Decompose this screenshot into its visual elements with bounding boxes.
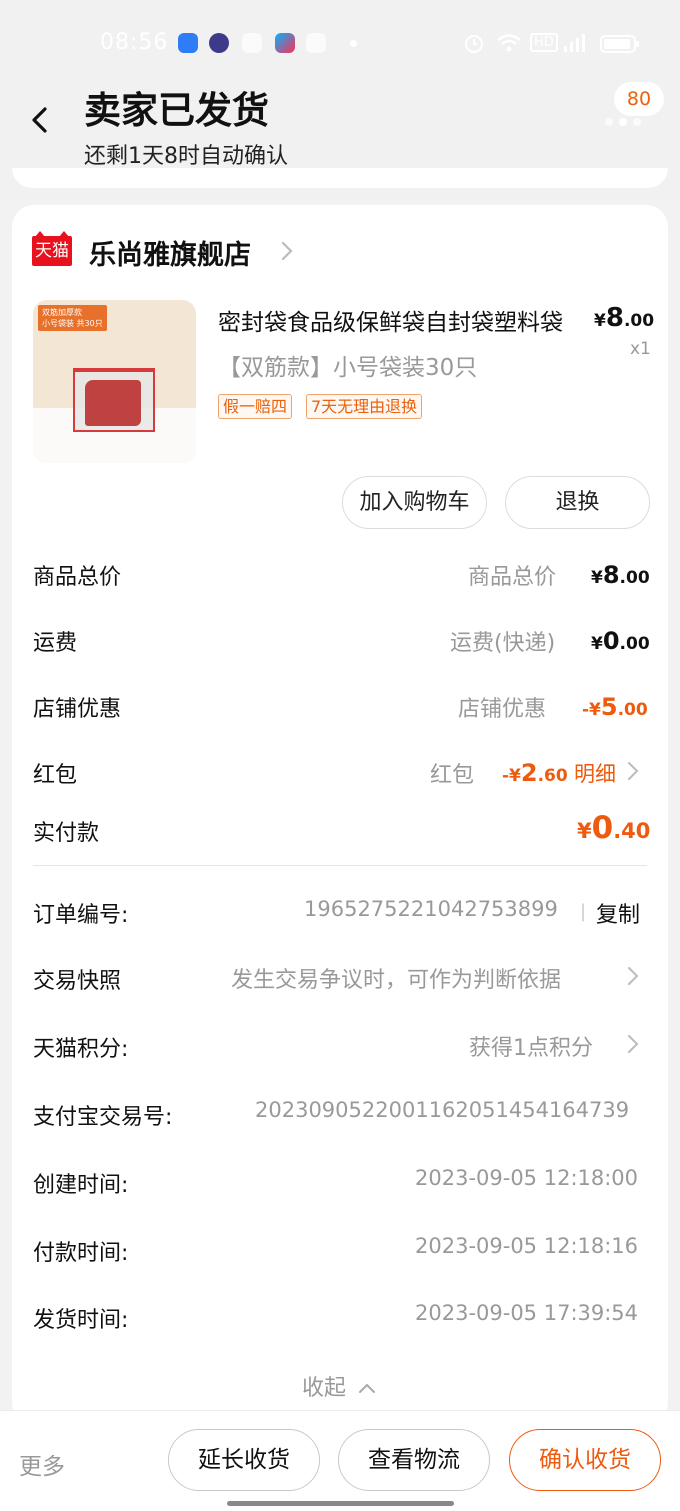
confirm-receipt-button[interactable]: 确认收货 bbox=[509, 1429, 661, 1491]
wifi-icon bbox=[497, 34, 521, 52]
back-arrow-icon[interactable] bbox=[22, 102, 58, 138]
return-exchange-button[interactable]: 退换 bbox=[505, 476, 650, 529]
video-app-icon bbox=[275, 33, 295, 53]
app-notification-icon bbox=[178, 33, 198, 53]
shop-discount-label: 店铺优惠 bbox=[33, 697, 122, 722]
points-value[interactable]: 获得1点积分 bbox=[469, 1030, 593, 1062]
created-time-label: 创建时间: bbox=[33, 1173, 129, 1198]
goods-total-hint: 商品总价 bbox=[468, 565, 557, 590]
product-title[interactable]: 密封袋食品级保鲜袋自封袋塑料袋 bbox=[218, 303, 570, 337]
red-packet-value: -¥2.60 bbox=[502, 759, 568, 787]
battery-icon bbox=[600, 35, 639, 53]
chevron-up-icon bbox=[359, 1383, 376, 1393]
chevron-right-icon[interactable] bbox=[626, 760, 640, 782]
collapse-button[interactable]: 收起 bbox=[302, 1370, 377, 1402]
snapshot-value[interactable]: 发生交易争议时，可作为判断依据 bbox=[231, 962, 561, 994]
auto-confirm-countdown: 还剩1天8时自动确认 bbox=[84, 144, 288, 169]
alipay-number-value: 2023090522001162051454164739 bbox=[255, 1098, 630, 1122]
red-packet-label: 红包 bbox=[33, 763, 78, 788]
previous-card-edge bbox=[12, 168, 668, 188]
product-quantity: x1 bbox=[630, 339, 651, 359]
chevron-right-icon[interactable] bbox=[626, 1033, 640, 1055]
chevron-right-icon[interactable] bbox=[280, 240, 294, 262]
divider bbox=[33, 865, 647, 866]
order-card: 天猫 乐尚雅旗舰店 双筋加厚款 小号袋装 共30只 密封袋食品级保鲜袋自封袋塑料… bbox=[12, 205, 668, 1425]
chevron-right-icon[interactable] bbox=[626, 965, 640, 987]
paid-time-value: 2023-09-05 12:18:16 bbox=[415, 1234, 639, 1258]
snapshot-label: 交易快照 bbox=[33, 969, 122, 994]
separator: | bbox=[580, 901, 587, 922]
paid-time-label: 付款时间: bbox=[33, 1241, 129, 1266]
signal-icon bbox=[564, 34, 585, 52]
goods-total-label: 商品总价 bbox=[33, 565, 122, 590]
view-logistics-button[interactable]: 查看物流 bbox=[338, 1429, 490, 1491]
shop-discount-value: -¥5.00 bbox=[582, 693, 648, 721]
shipped-time-value: 2023-09-05 17:39:54 bbox=[415, 1301, 639, 1325]
shop-discount-hint: 店铺优惠 bbox=[458, 697, 547, 722]
alipay-number-label: 支付宝交易号: bbox=[33, 1105, 173, 1130]
service-tag-fake-compensation: 假一赔四 bbox=[218, 394, 293, 419]
red-packet-hint: 红包 bbox=[430, 763, 475, 788]
more-notifications-dot bbox=[350, 40, 357, 47]
app-notification-icon bbox=[209, 33, 229, 53]
extend-receipt-button[interactable]: 延长收货 bbox=[168, 1429, 320, 1491]
order-number-label: 订单编号: bbox=[33, 903, 129, 928]
home-indicator[interactable] bbox=[227, 1501, 454, 1506]
shipping-value: ¥0.00 bbox=[591, 627, 650, 655]
bottom-action-bar: 更多 延长收货 查看物流 确认收货 bbox=[0, 1410, 680, 1511]
shipped-time-label: 发货时间: bbox=[33, 1308, 129, 1333]
red-packet-detail-link[interactable]: 明细 bbox=[574, 758, 616, 788]
product-image[interactable]: 双筋加厚款 小号袋装 共30只 bbox=[33, 300, 196, 463]
taobao-notification-icon bbox=[242, 33, 262, 53]
shop-name[interactable]: 乐尚雅旗舰店 bbox=[89, 233, 251, 272]
tmall-badge: 天猫 bbox=[32, 231, 72, 266]
goods-total-value: ¥8.00 bbox=[591, 561, 650, 589]
shipping-hint: 运费(快递) bbox=[450, 631, 556, 656]
hd-badge: HD bbox=[530, 33, 558, 52]
shipping-label: 运费 bbox=[33, 631, 78, 656]
add-to-cart-button[interactable]: 加入购物车 bbox=[342, 476, 487, 529]
order-number-value: 1965275221042753899 bbox=[304, 897, 558, 921]
product-spec: 【双筋款】小号袋装30只 bbox=[218, 355, 478, 381]
status-time: 08:56 bbox=[100, 30, 169, 55]
more-button[interactable]: 更多 bbox=[19, 1447, 65, 1481]
paid-amount-label: 实付款 bbox=[33, 821, 100, 846]
product-price: ¥8.00 bbox=[594, 303, 655, 333]
points-label: 天猫积分: bbox=[33, 1037, 129, 1062]
paid-amount-value: ¥0.40 bbox=[577, 810, 651, 846]
more-options-icon[interactable] bbox=[605, 115, 645, 129]
copy-order-number-button[interactable]: 复制 bbox=[596, 897, 640, 929]
created-time-value: 2023-09-05 12:18:00 bbox=[415, 1166, 639, 1190]
page-title: 卖家已发货 bbox=[84, 89, 269, 132]
message-count-badge[interactable]: 80 bbox=[614, 82, 664, 116]
service-tag-7day-return: 7天无理由退换 bbox=[306, 394, 423, 419]
app-notification-icon bbox=[306, 33, 326, 53]
product-image-label: 双筋加厚款 小号袋装 共30只 bbox=[38, 305, 107, 331]
alarm-icon bbox=[465, 35, 483, 53]
status-bar: 08:56 HD bbox=[0, 0, 680, 88]
